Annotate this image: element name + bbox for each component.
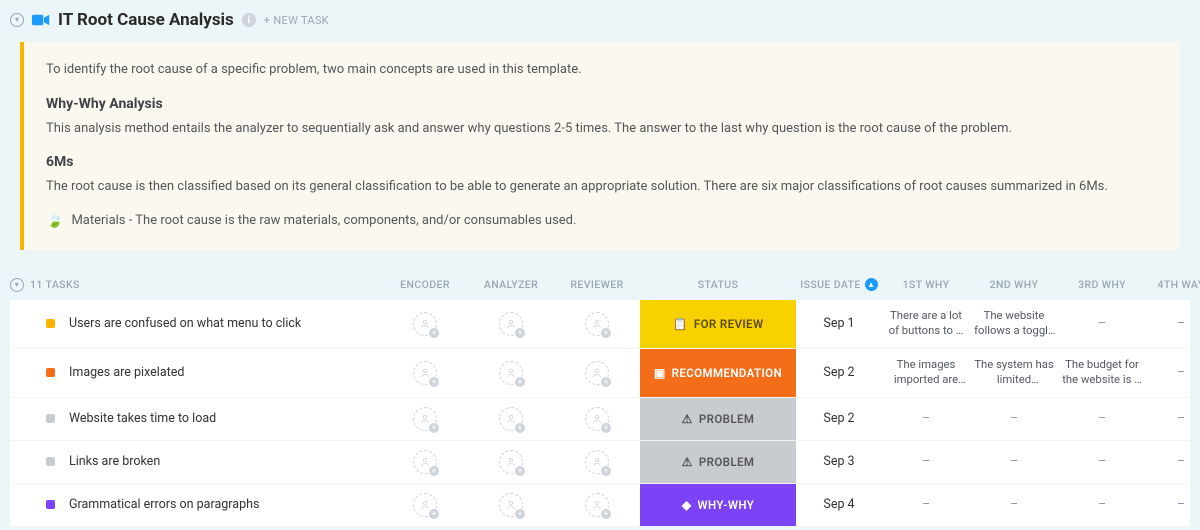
status-pill[interactable]: ⚠ PROBLEM [640,398,796,440]
issue-date[interactable]: Sep 2 [823,365,854,380]
list-header: ▾ IT Root Cause Analysis i + NEW TASK [0,0,1200,36]
analyzer-assign[interactable] [499,450,523,474]
way4-cell[interactable]: – [1177,454,1185,469]
table-header: ▾ 11 TASKS ENCODER ANALYZER REVIEWER STA… [10,270,1190,300]
priority-indicator [46,500,55,509]
desc-whywhy-body: This analysis method entails the analyze… [46,119,1158,139]
col-way4[interactable]: 4TH WAY [1157,278,1200,291]
status-icon: 📋 [673,317,688,331]
encoder-assign[interactable] [413,493,437,517]
task-row[interactable]: Images are pixelated ▣ RECOMMENDATION Sep 2… [10,349,1190,398]
why2-cell[interactable]: – [1010,497,1018,512]
col-status[interactable]: STATUS [698,278,739,291]
issue-date[interactable]: Sep 3 [823,454,854,469]
task-count: 11 TASKS [30,278,80,291]
task-name[interactable]: Links are broken [69,454,160,469]
task-row[interactable]: Website takes time to load ⚠ PROBLEM Sep 2 –… [10,398,1190,441]
new-task-button[interactable]: + NEW TASK [264,14,329,27]
col-reviewer[interactable]: REVIEWER [570,278,623,291]
encoder-assign[interactable] [413,361,437,385]
status-label: RECOMMENDATION [672,366,782,380]
analyzer-assign[interactable] [499,312,523,336]
analyzer-assign[interactable] [499,407,523,431]
why3-cell[interactable]: – [1098,411,1106,426]
way4-cell[interactable]: – [1177,497,1185,512]
why2-cell[interactable]: – [1010,411,1018,426]
desc-whywhy-heading: Why-Why Analysis [46,94,1158,115]
desc-intro: To identify the root cause of a specific… [46,60,1158,80]
desc-sixms-body: The root cause is then classified based … [46,177,1158,197]
way4-cell[interactable]: – [1177,316,1185,331]
col-why3[interactable]: 3RD WHY [1078,278,1126,291]
desc-sixms-heading: 6Ms [46,152,1158,173]
desc-materials-row: 🍃 Materials - The root cause is the raw … [46,211,1158,232]
desc-materials: Materials - The root cause is the raw ma… [71,211,576,231]
reviewer-assign[interactable] [585,361,609,385]
analyzer-assign[interactable] [499,361,523,385]
status-icon: ◆ [682,498,692,512]
status-icon: ⚠ [682,455,693,469]
priority-indicator [46,319,55,328]
reviewer-assign[interactable] [585,450,609,474]
why1-cell[interactable]: – [922,497,930,512]
way4-cell[interactable]: – [1177,411,1185,426]
why2-cell[interactable]: – [1010,454,1018,469]
col-why2[interactable]: 2ND WHY [990,278,1039,291]
status-icon: ▣ [654,366,666,380]
status-icon: ⚠ [682,412,693,426]
description-card: To identify the root cause of a specific… [20,42,1180,250]
why3-cell[interactable]: The budget for the website is … [1061,358,1143,386]
info-icon[interactable]: i [242,13,256,27]
status-label: FOR REVIEW [694,317,764,331]
encoder-assign[interactable] [413,312,437,336]
why1-cell[interactable]: There are a lot of buttons to … [885,309,967,337]
encoder-assign[interactable] [413,450,437,474]
task-name[interactable]: Website takes time to load [69,411,216,426]
why3-cell[interactable]: – [1098,316,1106,331]
col-analyzer[interactable]: ANALYZER [484,278,538,291]
reviewer-assign[interactable] [585,407,609,431]
why2-cell[interactable]: The system has limited storage… [973,358,1055,386]
priority-indicator [46,457,55,466]
status-label: WHY-WHY [697,498,754,512]
why3-cell[interactable]: – [1098,497,1106,512]
leaf-icon: 🍃 [46,211,63,232]
analyzer-assign[interactable] [499,493,523,517]
reviewer-assign[interactable] [585,312,609,336]
status-label: PROBLEM [699,412,754,426]
priority-indicator [46,414,55,423]
way4-cell[interactable]: – [1177,365,1185,380]
col-why1[interactable]: 1ST WHY [903,278,950,291]
list-title: IT Root Cause Analysis [58,10,234,30]
status-pill[interactable]: ▣ RECOMMENDATION [640,349,796,397]
col-issue-date[interactable]: ISSUE DATE [800,278,861,291]
issue-date[interactable]: Sep 1 [823,316,854,331]
task-name[interactable]: Users are confused on what menu to click [69,316,301,331]
tasks-area: ▾ 11 TASKS ENCODER ANALYZER REVIEWER STA… [0,270,1200,527]
issue-date[interactable]: Sep 4 [823,497,854,512]
why1-cell[interactable]: The images imported are fro… [885,358,967,386]
col-encoder[interactable]: ENCODER [400,278,450,291]
status-pill[interactable]: ⚠ PROBLEM [640,441,796,483]
issue-date[interactable]: Sep 2 [823,411,854,426]
why3-cell[interactable]: – [1098,454,1106,469]
priority-indicator [46,368,55,377]
why1-cell[interactable]: – [922,411,930,426]
tasks-collapse-icon[interactable]: ▾ [10,278,24,292]
camera-icon [32,13,50,27]
reviewer-assign[interactable] [585,493,609,517]
why2-cell[interactable]: The website follows a toggle … [973,309,1055,337]
task-name[interactable]: Grammatical errors on paragraphs [69,497,259,512]
collapse-icon[interactable]: ▾ [10,13,24,27]
task-row[interactable]: Users are confused on what menu to click… [10,300,1190,349]
why1-cell[interactable]: – [922,454,930,469]
sort-asc-icon[interactable]: ▲ [865,278,878,291]
task-row[interactable]: Grammatical errors on paragraphs ◆ WHY-WHY… [10,484,1190,527]
encoder-assign[interactable] [413,407,437,431]
task-row[interactable]: Links are broken ⚠ PROBLEM Sep 3 – – – – [10,441,1190,484]
status-pill[interactable]: ◆ WHY-WHY [640,484,796,526]
status-pill[interactable]: 📋 FOR REVIEW [640,300,796,348]
status-label: PROBLEM [699,455,754,469]
task-name[interactable]: Images are pixelated [69,365,184,380]
